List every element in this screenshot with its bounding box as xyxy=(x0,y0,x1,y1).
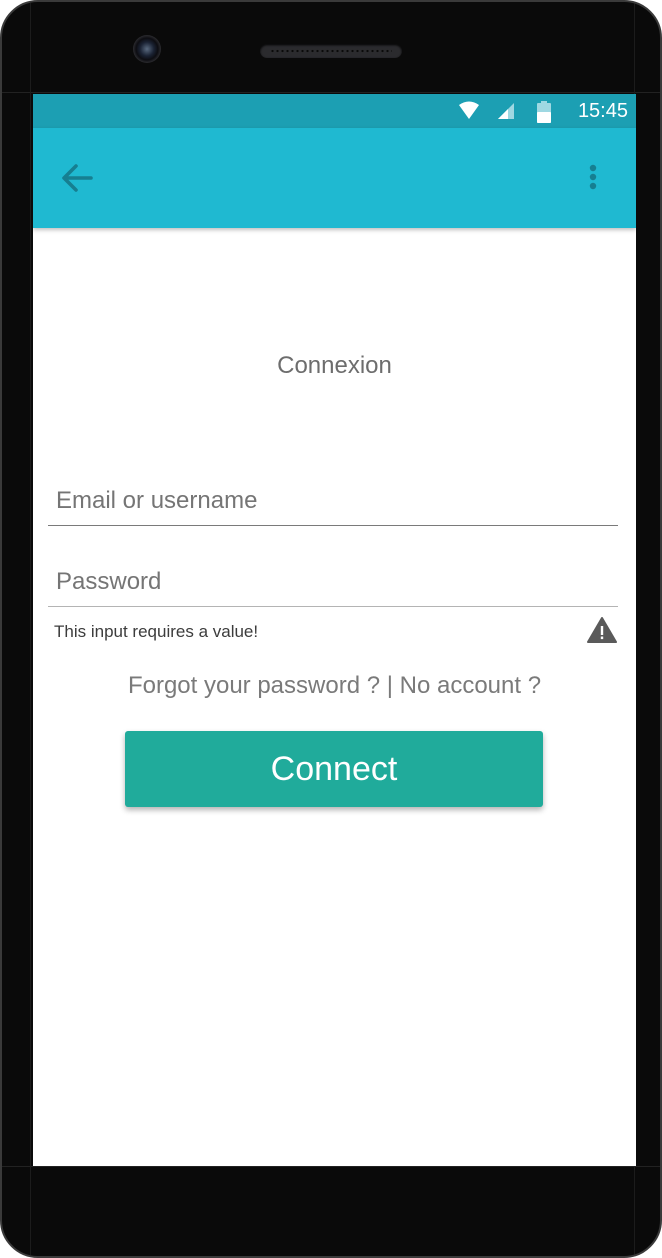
battery-icon xyxy=(537,101,551,128)
front-camera xyxy=(133,35,161,63)
page-title: Connexion xyxy=(277,352,392,379)
screen: 15:45 Connexion This input requires a va… xyxy=(33,94,636,1166)
frame-divider-top xyxy=(2,92,660,93)
password-error-message: This input requires a value! xyxy=(54,622,259,641)
frame-divider-left xyxy=(30,2,31,1256)
no-account-link[interactable]: No account ? xyxy=(400,672,541,699)
earpiece-speaker xyxy=(260,44,402,58)
frame-divider-bottom xyxy=(2,1166,660,1167)
account-links: Forgot your password ? | No account ? xyxy=(33,672,636,700)
status-time: 15:45 xyxy=(577,100,628,122)
links-separator: | xyxy=(380,672,400,699)
more-vertical-icon xyxy=(589,164,597,190)
phone-frame: 15:45 Connexion This input requires a va… xyxy=(0,0,662,1258)
password-field[interactable] xyxy=(48,557,618,607)
arrow-left-icon xyxy=(62,164,93,192)
back-button[interactable] xyxy=(57,158,97,198)
connect-button[interactable]: Connect xyxy=(125,731,543,807)
wifi-icon xyxy=(458,101,480,126)
forgot-password-link[interactable]: Forgot your password ? xyxy=(128,672,380,699)
warning-icon xyxy=(586,616,618,644)
app-bar xyxy=(33,128,636,228)
email-field[interactable] xyxy=(48,476,618,526)
overflow-menu-button[interactable] xyxy=(577,158,609,198)
signal-icon xyxy=(496,101,516,126)
status-bar: 15:45 xyxy=(33,94,636,128)
